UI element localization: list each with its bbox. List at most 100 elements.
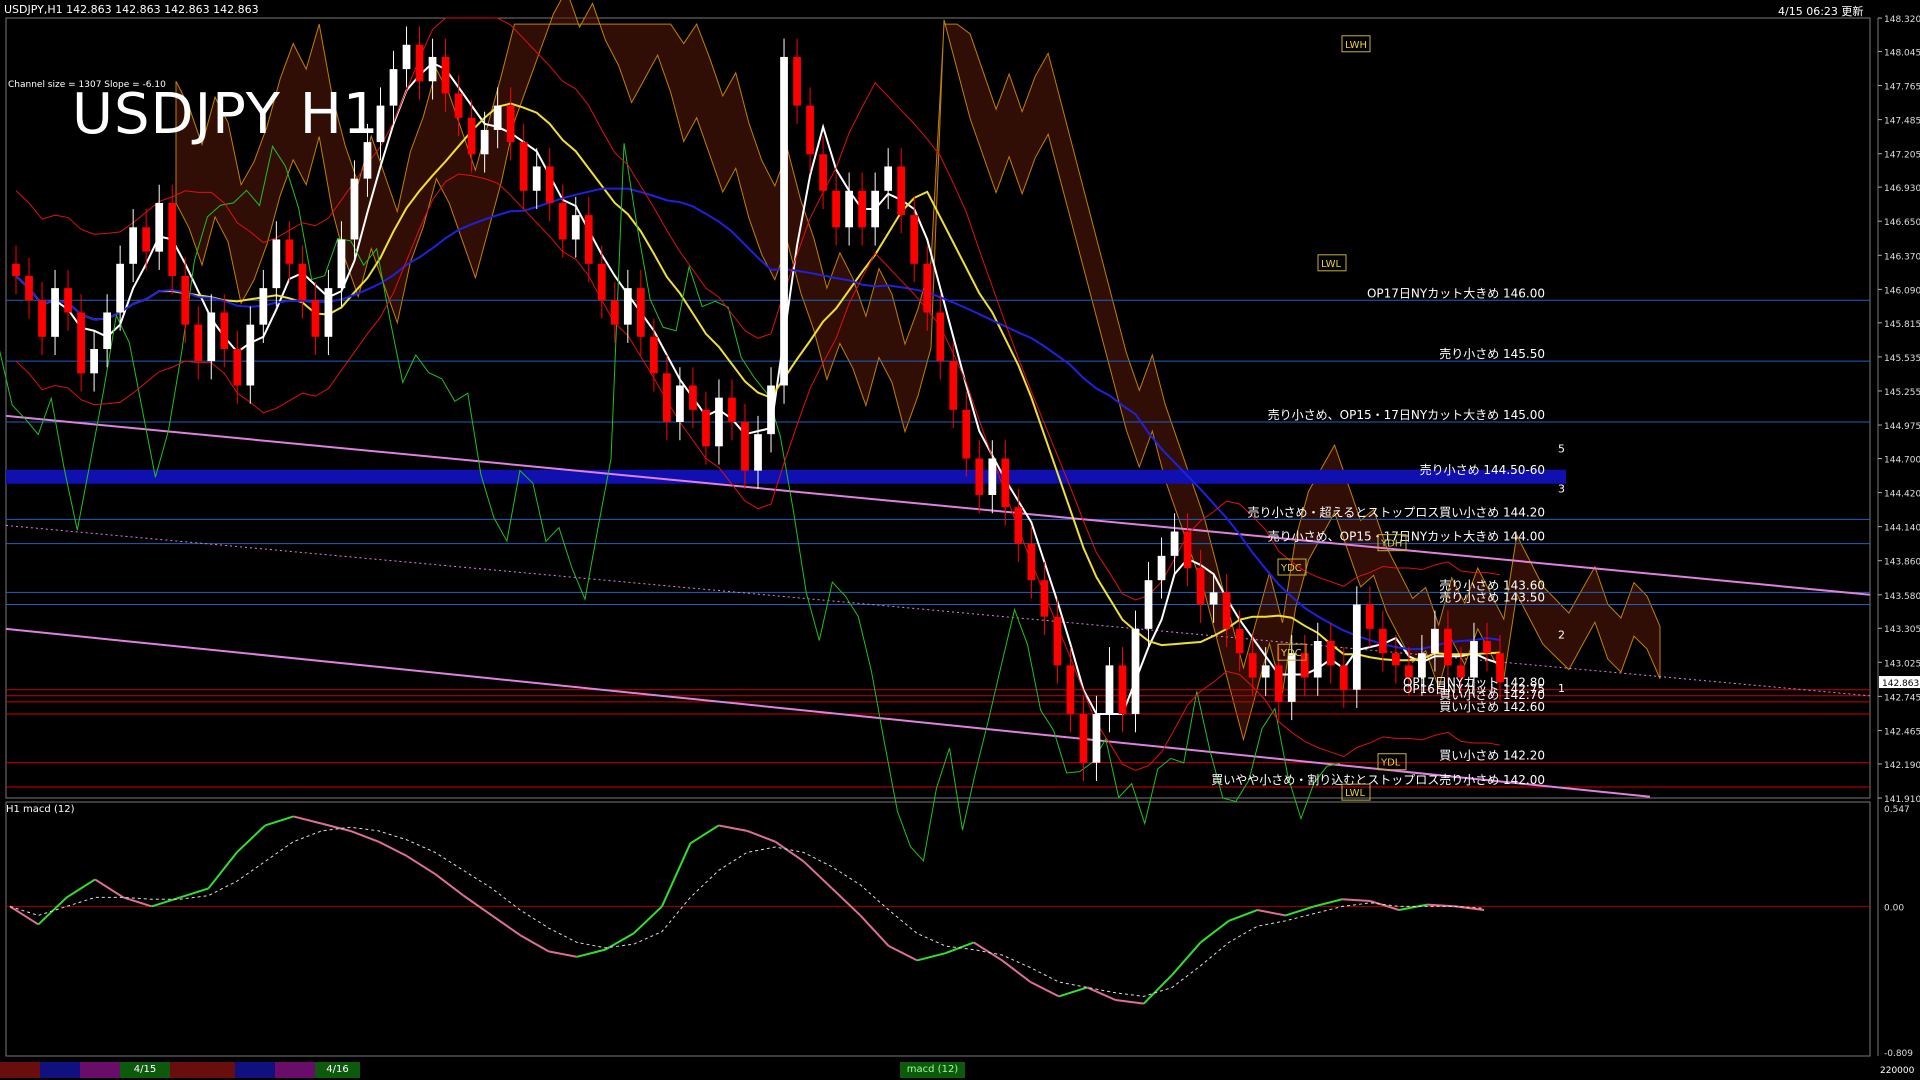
macd-main-segment: [1086, 986, 1116, 1001]
tab-seg-4[interactable]: [170, 1062, 235, 1078]
candle-body: [1313, 641, 1322, 678]
level-label: 買い小さめ 142.20: [1439, 749, 1545, 763]
candle-body: [428, 56, 437, 82]
price-tick-label: 142.465: [1884, 727, 1920, 737]
level-label: 買いやや小さめ・割り込むとストップロス売り小さめ 142.00: [1211, 772, 1545, 787]
macd-main-segment: [746, 829, 776, 843]
marker-label: YDL: [1380, 758, 1401, 769]
candle-body: [363, 142, 372, 179]
candle-body: [129, 227, 138, 264]
price-tick-label: 143.025: [1884, 659, 1920, 669]
macd-main-segment: [236, 824, 266, 854]
level-label: 買い小さめ 142.60: [1439, 700, 1545, 714]
tab-seg-2[interactable]: [40, 1062, 80, 1078]
candle-body: [1040, 580, 1049, 617]
candle-body: [38, 300, 46, 337]
candle-body: [246, 324, 255, 386]
macd-main-segment: [349, 829, 379, 843]
candle-body: [1209, 592, 1218, 605]
candle-body: [858, 190, 867, 228]
macd-panel: 0.547 0.00 -0.809: [6, 805, 1913, 1059]
candle-body: [845, 190, 853, 228]
candle-body: [480, 129, 489, 155]
level-label: OP17日NYカット大きめ 146.00: [1367, 286, 1545, 300]
tab-seg-3[interactable]: [80, 1062, 120, 1078]
candle-body: [988, 458, 997, 496]
upper-channel-line: [5, 414, 1871, 596]
candle-body: [402, 44, 411, 70]
candle-body: [116, 263, 125, 313]
lower-channel-line: [5, 627, 1651, 798]
candle-body: [454, 93, 463, 118]
candle-body: [558, 202, 567, 240]
candle-body: [949, 361, 958, 410]
candle-body: [1470, 641, 1478, 678]
candle-body: [1339, 665, 1348, 690]
candle-body: [1105, 665, 1114, 715]
candle-body: [155, 202, 164, 252]
price-tick-label: 148.045: [1884, 48, 1920, 58]
macd-main-segment: [1001, 959, 1032, 983]
candle-body: [90, 348, 98, 374]
candle-body: [793, 56, 801, 106]
candle-body: [923, 263, 932, 313]
candle-body: [728, 397, 736, 422]
candle-body: [1444, 628, 1452, 666]
candle-body: [25, 275, 33, 301]
candle-body: [780, 56, 788, 386]
tab-date-1[interactable]: 4/15: [120, 1062, 170, 1078]
candle-body: [1300, 653, 1309, 678]
candle-body: [1378, 628, 1387, 654]
macd-main-segment: [264, 815, 294, 827]
candle-body: [64, 288, 72, 313]
candle-body: [819, 154, 827, 191]
candle-body: [962, 409, 971, 459]
symbol-info: USDJPY,H1 142.863 142.863 142.863 142.86…: [4, 3, 259, 16]
tab-seg-5[interactable]: [235, 1062, 275, 1078]
macd-main-segment: [1030, 981, 1060, 998]
price-tick-label: 142.745: [1884, 693, 1920, 703]
candle-body: [741, 421, 749, 471]
macd-main-segment: [94, 878, 124, 899]
macd-main-segment: [293, 815, 323, 825]
candle-body: [1066, 665, 1075, 715]
candle-body: [51, 288, 59, 337]
candle-body: [350, 178, 359, 240]
marker-label: YDH: [1380, 539, 1402, 550]
tab-macd[interactable]: macd (12): [900, 1062, 965, 1078]
chart-canvas: OP17日NYカット大きめ 146.00 売り小さめ 145.50 売り小さめ、OP…: [0, 0, 1920, 1059]
macd-main-segment: [718, 824, 748, 832]
candle-body: [1326, 641, 1335, 666]
candle-body: [207, 312, 216, 362]
candle-body: [77, 312, 85, 374]
candle-body: [1144, 580, 1153, 629]
candle-body: [441, 56, 450, 94]
macd-main-segment: [1199, 920, 1230, 944]
marker-label: LWL: [1345, 788, 1366, 799]
candle-body: [1196, 568, 1205, 605]
candle-body: [324, 288, 333, 337]
macd-main-segment: [831, 887, 862, 917]
marker-label: YDC: [1280, 563, 1302, 574]
price-axis: 148.320 148.045 147.765 147.485 147.205 146.9…: [1878, 15, 1920, 805]
page-title: USDJPY H1: [72, 82, 380, 147]
candle-body: [649, 336, 658, 374]
candle-body: [1274, 665, 1283, 702]
macd-main-segment: [1115, 999, 1144, 1005]
tab-date-2[interactable]: 4/16: [315, 1062, 360, 1078]
candle-body: [623, 288, 632, 325]
candle-body: [1365, 604, 1374, 629]
candle-body: [1261, 665, 1270, 678]
macd-main-segment: [321, 822, 351, 832]
candle-body: [1391, 653, 1400, 666]
macd-main-segment: [576, 948, 606, 958]
tab-seg-6[interactable]: [275, 1062, 315, 1078]
macd-main-segment: [1398, 903, 1428, 912]
candle-body: [1431, 628, 1439, 654]
candle-body: [663, 373, 671, 422]
candle-body: [506, 105, 515, 143]
macd-main-segment: [491, 914, 521, 937]
candle-body: [715, 397, 723, 447]
tab-seg-1[interactable]: [0, 1062, 40, 1078]
volume-tick: 220000: [1880, 1066, 1915, 1076]
